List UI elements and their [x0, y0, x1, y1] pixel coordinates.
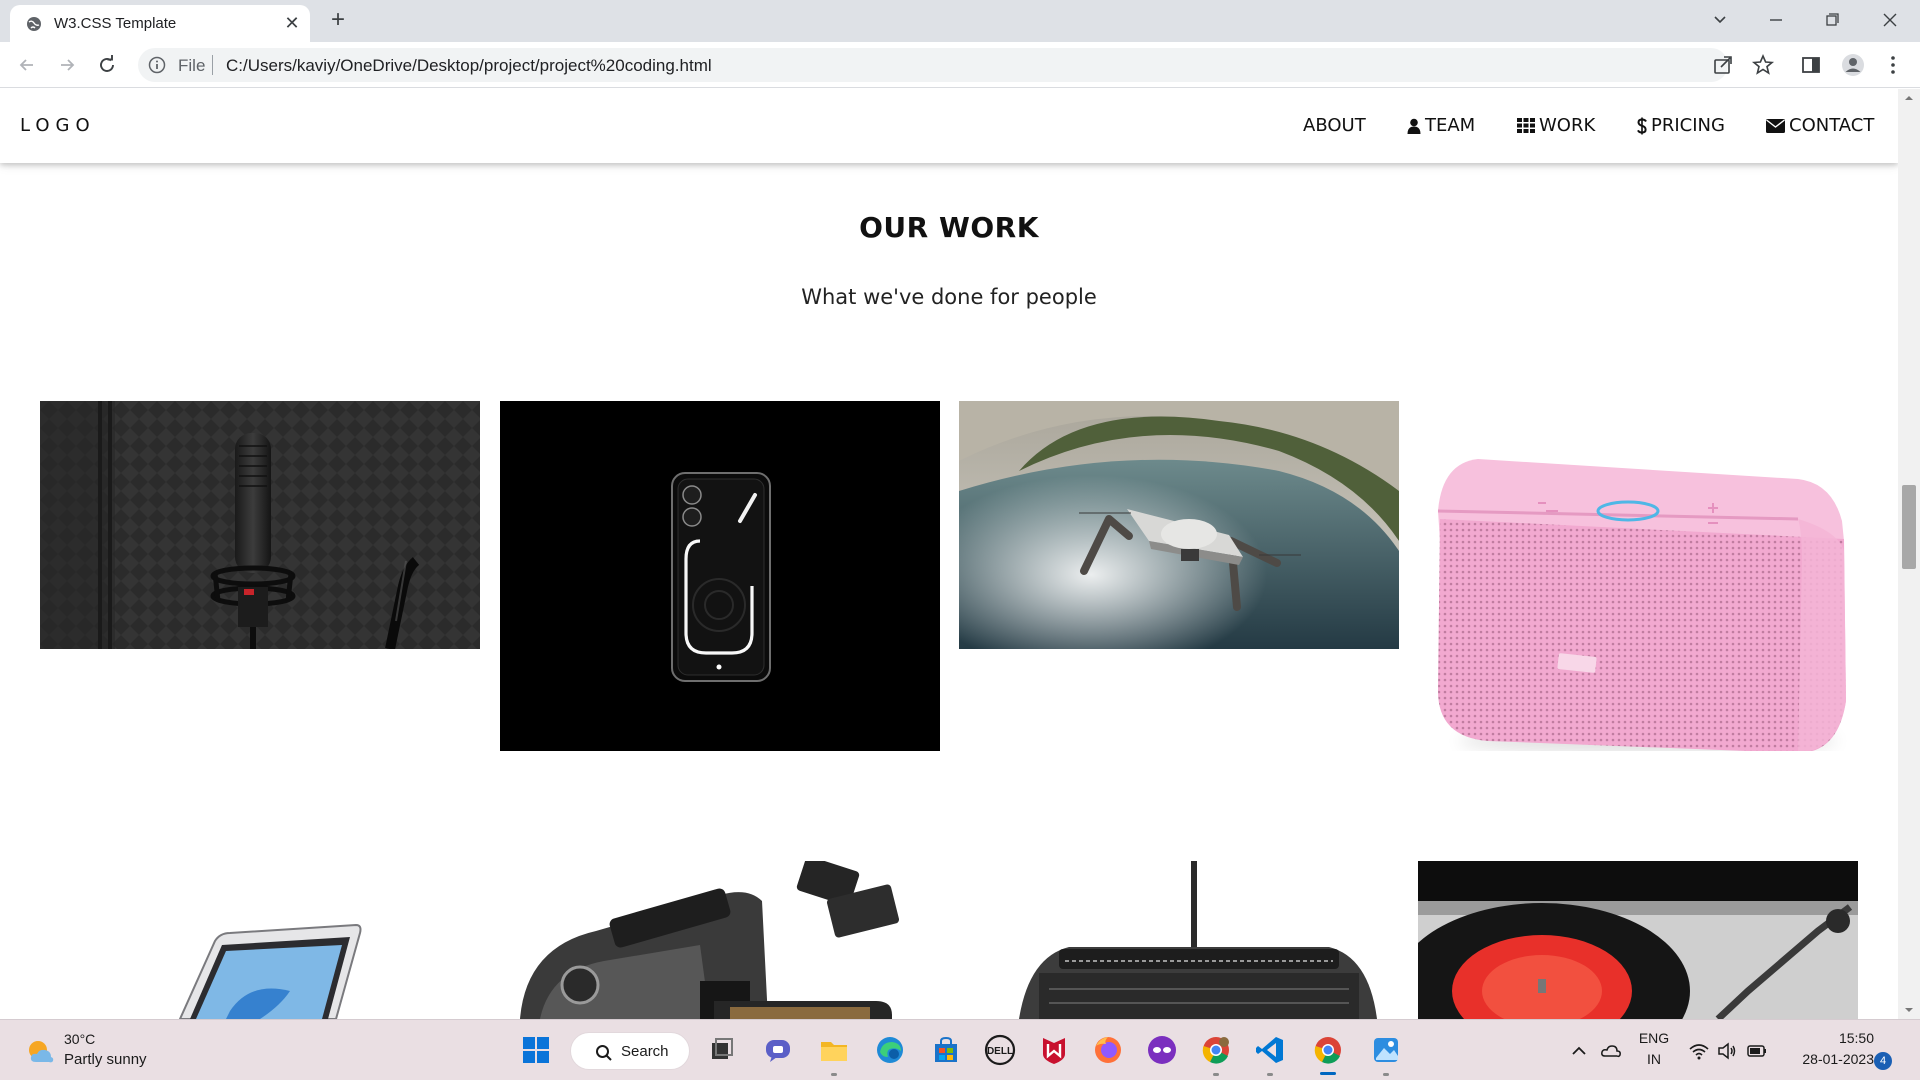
site-logo[interactable]: LOGO — [20, 115, 96, 136]
page-scrollbar[interactable] — [1898, 89, 1920, 1019]
running-indicator — [1267, 1073, 1273, 1076]
clock-time[interactable]: 15:50 — [1784, 1030, 1874, 1046]
browser-tab-strip: W3.CSS Template ✕ + — [0, 0, 1920, 42]
kebab-menu-icon[interactable] — [1880, 52, 1906, 78]
vscode-icon[interactable] — [1254, 1034, 1286, 1066]
firefox-icon[interactable] — [1092, 1034, 1124, 1066]
nav-about-link[interactable]: ABOUT — [1303, 115, 1366, 136]
address-bar[interactable]: File C:/Users/kaviy/OneDrive/Desktop/pro… — [138, 48, 1728, 82]
gallery-image-speaker[interactable] — [1418, 401, 1858, 751]
task-view-icon[interactable] — [706, 1034, 738, 1066]
edge-browser-icon[interactable] — [874, 1034, 906, 1066]
partly-sunny-icon[interactable] — [26, 1036, 56, 1066]
nav-pricing-label: PRICING — [1651, 115, 1725, 136]
nav-pricing-link[interactable]: PRICING — [1637, 115, 1725, 136]
profile-avatar-icon[interactable] — [1840, 52, 1866, 78]
tab-close-button[interactable]: ✕ — [282, 13, 302, 33]
running-indicator — [1213, 1073, 1219, 1076]
microsoft-store-icon[interactable] — [930, 1034, 962, 1066]
minimize-icon[interactable] — [1762, 6, 1790, 34]
info-icon[interactable] — [148, 56, 166, 74]
onedrive-cloud-icon[interactable] — [1600, 1040, 1622, 1062]
gallery-image-microphone[interactable] — [40, 401, 480, 649]
dell-icon[interactable]: DELL — [984, 1034, 1016, 1066]
taskbar-search-box[interactable]: Search — [570, 1032, 690, 1070]
windows-taskbar: 30°C Partly sunny Search DELL ENG IN 15:… — [0, 1019, 1920, 1080]
active-app-indicator — [1320, 1072, 1336, 1075]
scrollbar-thumb[interactable] — [1902, 485, 1916, 569]
nav-work-label: WORK — [1539, 115, 1596, 136]
running-indicator — [831, 1073, 837, 1076]
nav-work-link[interactable]: WORK — [1517, 115, 1595, 136]
photos-app-icon[interactable] — [1370, 1034, 1402, 1066]
restore-icon[interactable] — [1818, 6, 1846, 34]
file-explorer-icon[interactable] — [818, 1034, 850, 1066]
scroll-down-arrow-icon[interactable] — [1904, 1005, 1914, 1015]
nav-contact-label: CONTACT — [1789, 115, 1875, 136]
weather-description: Partly sunny — [64, 1051, 147, 1068]
scroll-up-arrow-icon[interactable] — [1904, 93, 1914, 103]
nav-about-label: ABOUT — [1303, 115, 1366, 136]
language-indicator[interactable]: ENG — [1636, 1030, 1672, 1046]
notification-badge[interactable]: 4 — [1874, 1052, 1892, 1070]
teams-chat-icon[interactable] — [762, 1034, 794, 1066]
tab-search-icon[interactable] — [1706, 6, 1734, 34]
th-grid-icon — [1517, 118, 1535, 133]
gallery-image-camcorder[interactable] — [500, 861, 940, 1019]
share-icon[interactable] — [1710, 52, 1736, 78]
forward-arrow-icon[interactable] — [53, 51, 81, 79]
browser-tab[interactable]: W3.CSS Template ✕ — [10, 5, 310, 42]
tab-title: W3.CSS Template — [54, 15, 177, 32]
browser-toolbar: File C:/Users/kaviy/OneDrive/Desktop/pro… — [0, 42, 1920, 88]
running-indicator — [1383, 1073, 1389, 1076]
dollar-icon — [1637, 117, 1647, 134]
web-page: LOGO ABOUT TEAM WORK PRICING CONTACT OUR… — [0, 89, 1898, 1019]
user-icon — [1407, 118, 1421, 134]
windows-start-icon[interactable] — [520, 1034, 552, 1066]
nav-contact-link[interactable]: CONTACT — [1766, 115, 1874, 136]
clock-date[interactable]: 28-01-2023 — [1774, 1051, 1874, 1067]
mcafee-icon[interactable] — [1038, 1034, 1070, 1066]
new-tab-button[interactable]: + — [326, 8, 350, 32]
gallery-image-laptop[interactable] — [40, 861, 480, 1019]
url-scheme-label: File — [178, 56, 206, 75]
section-title: OUR WORK — [859, 211, 1039, 244]
reload-icon[interactable] — [93, 51, 121, 79]
chrome-icon[interactable] — [1312, 1034, 1344, 1066]
envelope-icon — [1766, 118, 1785, 133]
url-text[interactable]: C:/Users/kaviy/OneDrive/Desktop/project/… — [226, 56, 712, 76]
url-separator — [212, 55, 213, 75]
search-label: Search — [621, 1043, 669, 1060]
gallery-image-drone[interactable] — [959, 401, 1399, 649]
back-arrow-icon[interactable] — [13, 51, 41, 79]
nav-team-label: TEAM — [1425, 115, 1476, 136]
section-subtitle: What we've done for people — [801, 285, 1097, 309]
site-navbar: LOGO ABOUT TEAM WORK PRICING CONTACT — [0, 89, 1898, 163]
gallery-image-smartphone[interactable] — [500, 401, 940, 751]
chrome-profile-icon[interactable] — [1200, 1034, 1232, 1066]
vpn-mask-icon[interactable] — [1146, 1034, 1178, 1066]
search-icon — [596, 1045, 612, 1061]
nav-team-link[interactable]: TEAM — [1407, 115, 1475, 136]
gallery-image-typewriter[interactable] — [959, 861, 1399, 1019]
bookmark-star-icon[interactable] — [1750, 52, 1776, 78]
gallery-image-record-player[interactable] — [1418, 861, 1858, 1019]
side-panel-icon[interactable] — [1798, 52, 1824, 78]
svg-text:DELL: DELL — [987, 1046, 1013, 1057]
weather-temperature: 30°C — [64, 1031, 96, 1047]
wifi-icon[interactable] — [1688, 1040, 1710, 1062]
volume-icon[interactable] — [1716, 1040, 1738, 1062]
region-indicator[interactable]: IN — [1636, 1051, 1672, 1067]
battery-icon[interactable] — [1746, 1040, 1768, 1062]
close-window-icon[interactable] — [1876, 6, 1904, 34]
globe-icon — [27, 17, 41, 31]
chevron-up-icon[interactable] — [1568, 1040, 1590, 1062]
